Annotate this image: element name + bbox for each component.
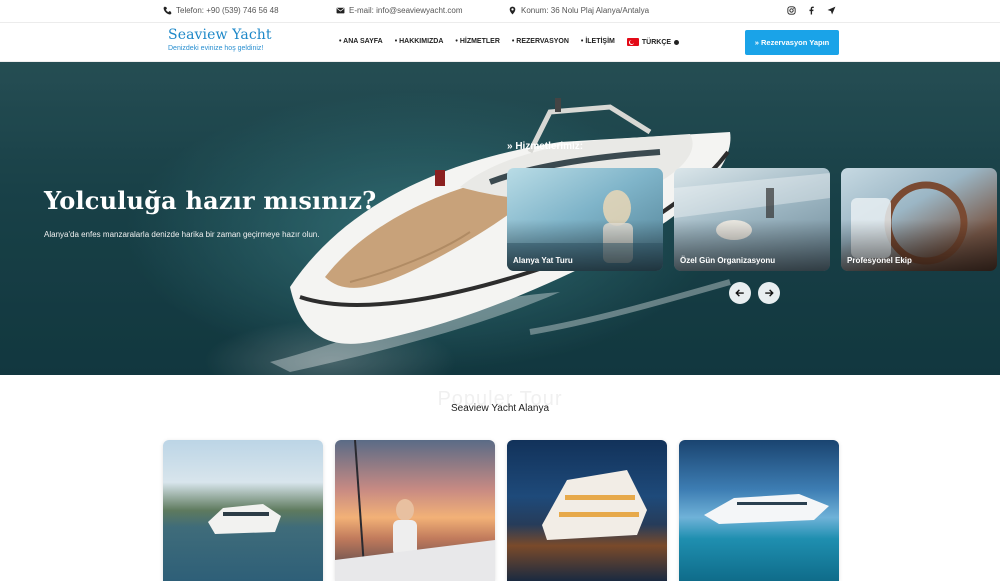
arrow-right-icon bbox=[765, 289, 774, 297]
tour-card[interactable] bbox=[679, 440, 839, 581]
phone-icon bbox=[162, 5, 172, 15]
reservation-button[interactable]: » Rezervasyon Yapın bbox=[745, 30, 839, 55]
nav-reservation[interactable]: • REZERVASYON bbox=[512, 38, 569, 46]
tour-image bbox=[335, 440, 495, 581]
facebook-icon[interactable] bbox=[806, 5, 817, 16]
tour-image bbox=[208, 504, 281, 534]
email-text: E-mail: info@seaviewyacht.com bbox=[349, 5, 463, 15]
brand-subtitle: Denizdeki evinize hoş geldiniz! bbox=[168, 45, 264, 52]
service-label: Özel Gün Organizasyonu bbox=[680, 256, 776, 265]
nav-home[interactable]: • ANA SAYFA bbox=[339, 38, 383, 46]
topbar-phone[interactable]: Telefon: +90 (539) 746 56 48 bbox=[162, 5, 279, 15]
nav-about[interactable]: • HAKKIMIZDA bbox=[395, 38, 444, 46]
language-selector[interactable]: TÜRKÇE bbox=[626, 38, 680, 46]
envelope-icon bbox=[335, 5, 345, 15]
tour-card[interactable] bbox=[163, 440, 323, 581]
language-label: TÜRKÇE bbox=[641, 38, 672, 46]
tour-card[interactable] bbox=[335, 440, 495, 581]
instagram-icon[interactable] bbox=[786, 5, 797, 16]
section-title: Seaview Yacht Alanya bbox=[450, 403, 550, 414]
top-bar: Telefon: +90 (539) 746 56 48 E-mail: inf… bbox=[0, 0, 1000, 23]
social-links bbox=[786, 5, 837, 16]
turkey-flag-icon bbox=[626, 38, 639, 46]
map-pin-icon bbox=[507, 5, 517, 15]
brand-logo[interactable]: Seaview Yacht Denizdeki evinize hoş geld… bbox=[168, 27, 272, 52]
service-card-yacht-tour[interactable]: Alanya Yat Turu bbox=[507, 168, 663, 271]
location-text: Konum: 36 Nolu Plaj Alanya/Antalya bbox=[521, 5, 650, 15]
tour-card[interactable] bbox=[507, 440, 667, 581]
nav-services[interactable]: • HİZMETLER bbox=[455, 38, 499, 46]
tour-image bbox=[542, 470, 647, 540]
topbar-email[interactable]: E-mail: info@seaviewyacht.com bbox=[335, 5, 463, 15]
service-card-professional-crew[interactable]: Profesyonel Ekip bbox=[841, 168, 997, 271]
main-nav: • ANA SAYFA • HAKKIMIZDA • HİZMETLER • R… bbox=[339, 38, 680, 46]
phone-text: Telefon: +90 (539) 746 56 48 bbox=[176, 5, 279, 15]
tour-image bbox=[704, 494, 829, 524]
service-card-special-events[interactable]: Özel Gün Organizasyonu bbox=[674, 168, 830, 271]
nav-contact[interactable]: • İLETİŞİM bbox=[581, 38, 615, 46]
brand-title: Seaview Yacht bbox=[168, 27, 272, 43]
hero-section: Yolculuğa hazır mısınız? Alanya'da enfes… bbox=[0, 62, 1000, 375]
services-heading: » Hizmetlerimiz: bbox=[507, 141, 584, 152]
service-label: Profesyonel Ekip bbox=[847, 256, 912, 265]
hero-title: Yolculuğa hazır mısınız? bbox=[44, 186, 377, 215]
carousel-prev-button[interactable] bbox=[729, 282, 751, 304]
location-arrow-icon[interactable] bbox=[826, 5, 837, 16]
arrow-left-icon bbox=[735, 289, 744, 297]
topbar-location[interactable]: Konum: 36 Nolu Plaj Alanya/Antalya bbox=[507, 5, 649, 15]
chevron-down-icon bbox=[674, 39, 680, 45]
main-header: Seaview Yacht Denizdeki evinize hoş geld… bbox=[0, 23, 1000, 62]
hero-subtitle: Alanya'da enfes manzaralarla denizde har… bbox=[44, 230, 320, 239]
carousel-next-button[interactable] bbox=[758, 282, 780, 304]
service-label: Alanya Yat Turu bbox=[513, 256, 573, 265]
